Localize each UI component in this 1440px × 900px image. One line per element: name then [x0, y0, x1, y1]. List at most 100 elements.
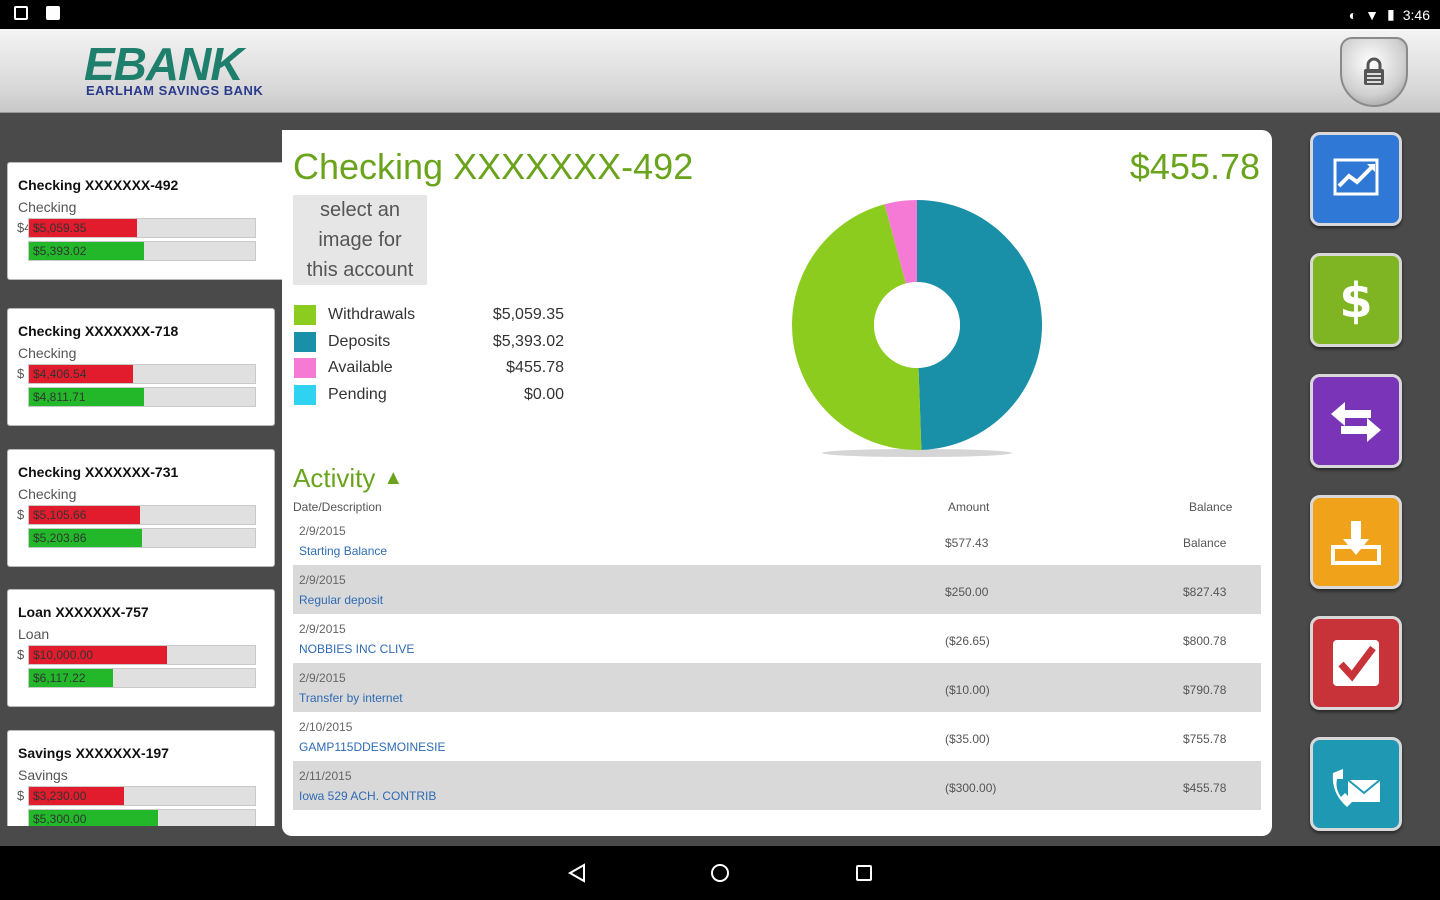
donut-hole: [874, 282, 960, 368]
account-card[interactable]: Savings XXXXXXX-197 Savings $ $3,230.00 $5,3…: [7, 730, 275, 826]
header-date: Date/Description: [293, 500, 382, 514]
ebank-logo: EBANK EARLHAM SAVINGS BANK: [84, 41, 263, 98]
lock-icon: [1364, 57, 1384, 85]
account-card[interactable]: Loan XXXXXXX-757 Loan $ $10,000.00 $6,117.22: [7, 589, 275, 707]
download-tray-icon: [1331, 521, 1381, 565]
lock-button[interactable]: [1340, 37, 1408, 107]
logo-sub-text: EARLHAM SAVINGS BANK: [86, 83, 264, 98]
transaction-balance: $790.78: [1183, 683, 1227, 697]
transaction-description[interactable]: Transfer by internet: [299, 691, 403, 705]
activity-table: Date/Description Amount Balance 2/9/2015…: [293, 498, 1261, 810]
account-detail-panel: Checking XXXXXXX-492 $455.78 select an i…: [282, 130, 1272, 836]
notification-icon: [14, 6, 28, 20]
legend-item: Pending $0.00: [294, 382, 564, 409]
select-image-line-2: image for: [318, 229, 402, 251]
activity-title: Activity: [293, 463, 376, 493]
account-type: Checking: [18, 345, 77, 361]
legend-swatch: [294, 358, 316, 379]
select-image-line-3: this account: [306, 259, 414, 281]
deposit-bar-fill: $4,811.71: [29, 388, 145, 406]
deposit-bar-fill: $5,203.86: [29, 529, 142, 547]
transaction-description[interactable]: GAMP115DDESMOINESIE: [299, 740, 445, 754]
legend-label: Deposits: [328, 332, 391, 350]
legend-value: $0.00: [523, 385, 564, 403]
deposit-bar-fill: $6,117.22: [29, 669, 113, 687]
account-card[interactable]: Checking XXXXXXX-731 Checking $ $5,105.66 $5…: [7, 449, 275, 567]
withdrawal-bar: $5,105.66: [28, 505, 256, 525]
deposit-bar: $5,203.86: [28, 528, 256, 548]
arrows-exchange-icon: [1331, 402, 1381, 442]
transaction-row[interactable]: 2/11/2015 Iowa 529 ACH. CONTRIB ($300.00) $…: [293, 761, 1261, 810]
bill-pay-button[interactable]: [1310, 616, 1402, 710]
deposit-button[interactable]: [1310, 495, 1402, 589]
chart-legend: Withdrawals $5,059.35 Deposits $5,393.02 Ava…: [294, 302, 564, 408]
transaction-row[interactable]: 2/10/2015 GAMP115DDESMOINESIE ($35.00) $755…: [293, 712, 1261, 761]
withdrawal-bar: $3,230.00: [28, 786, 256, 806]
transaction-amount: ($300.00): [945, 781, 997, 795]
accounts-list[interactable]: Checking XXXXXXX-492 Checking $4 $5,059.35 $…: [0, 160, 282, 826]
legend-value: $5,059.35: [492, 306, 564, 324]
transaction-date: 2/11/2015: [299, 769, 352, 783]
header-balance: Balance: [1189, 500, 1233, 514]
transaction-date: 2/10/2015: [299, 720, 353, 734]
account-amount-prefix: $: [17, 366, 25, 381]
deposit-bar-fill: $5,300.00: [29, 810, 158, 826]
transaction-row[interactable]: 2/9/2015 Regular deposit $250.00 $827.43: [293, 565, 1261, 614]
account-amount-prefix: $: [17, 647, 25, 662]
deposit-bar-fill: $5,393.02: [29, 242, 145, 260]
transaction-balance: $455.78: [1183, 781, 1227, 795]
legend-swatch: [294, 331, 316, 352]
withdrawal-bar: $5,059.35: [28, 218, 256, 238]
account-type: Checking: [18, 486, 77, 502]
legend-swatch: [294, 305, 316, 326]
collapse-triangle-icon: ▲: [383, 467, 404, 489]
contact-button[interactable]: [1310, 737, 1402, 831]
select-image-button[interactable]: select an image for this account: [293, 195, 427, 285]
transaction-description[interactable]: Starting Balance: [299, 544, 387, 558]
table-body: 2/9/2015 Starting Balance $577.43 Balance 2/…: [293, 516, 1261, 810]
transfer-button[interactable]: [1310, 374, 1402, 468]
legend-value: $5,393.02: [492, 332, 564, 350]
transaction-balance: $827.43: [1183, 585, 1227, 599]
legend-item: Available $455.78: [294, 355, 564, 382]
legend-label: Pending: [328, 385, 387, 403]
deposit-bar: $5,393.02: [28, 241, 256, 261]
back-icon: [567, 863, 585, 883]
clock: 3:46: [1402, 6, 1430, 23]
account-name: Checking XXXXXXX-718: [18, 323, 179, 339]
legend-item: Withdrawals $5,059.35: [294, 302, 564, 329]
transaction-description[interactable]: Iowa 529 ACH. CONTRIB: [299, 789, 436, 803]
transaction-row[interactable]: 2/9/2015 NOBBIES INC CLIVE ($26.65) $800.78: [293, 614, 1261, 663]
back-button[interactable]: [564, 860, 590, 886]
activity-header[interactable]: Activity ▲: [293, 463, 403, 494]
transaction-description[interactable]: Regular deposit: [299, 593, 383, 607]
withdrawal-bar: $4,406.54: [28, 364, 256, 384]
home-button[interactable]: [707, 860, 733, 886]
account-name: Loan XXXXXXX-757: [18, 604, 149, 620]
legend-label: Available: [328, 359, 393, 377]
account-type: Checking: [18, 199, 77, 215]
camera-notification-icon: [46, 6, 60, 20]
account-name: Checking XXXXXXX-492: [18, 177, 179, 193]
transaction-balance: $755.78: [1183, 732, 1227, 746]
transfer-money-button[interactable]: $: [1310, 253, 1402, 347]
transaction-row[interactable]: 2/9/2015 Transfer by internet ($10.00) $790…: [293, 663, 1261, 712]
wifi-icon: ▼: [1365, 6, 1380, 23]
transaction-row[interactable]: 2/9/2015 Starting Balance $577.43 Balance: [293, 516, 1261, 565]
account-title: Checking XXXXXXX-492: [293, 146, 694, 187]
transaction-amount: ($35.00): [945, 732, 990, 746]
withdrawal-bar: $10,000.00: [28, 645, 256, 665]
withdrawal-bar-fill: $4,406.54: [29, 365, 133, 383]
balance-donut-chart: [791, 200, 1043, 457]
account-type: Loan: [18, 626, 50, 642]
account-card[interactable]: Checking XXXXXXX-492 Checking $4 $5,059.35 $…: [7, 162, 282, 280]
transaction-date: 2/9/2015: [299, 524, 346, 538]
recents-button[interactable]: [851, 860, 877, 886]
account-card[interactable]: Checking XXXXXXX-718 Checking $ $4,406.54 $4…: [7, 308, 275, 426]
status-bar: ◐ ▼ ▮ 3:46: [0, 0, 1440, 29]
logo-main-text: EBANK: [84, 38, 244, 90]
bank-chart-icon: [1333, 158, 1379, 196]
withdrawal-bar-fill: $3,230.00: [29, 787, 124, 805]
accounts-overview-button[interactable]: [1310, 132, 1402, 226]
transaction-description[interactable]: NOBBIES INC CLIVE: [299, 642, 414, 656]
